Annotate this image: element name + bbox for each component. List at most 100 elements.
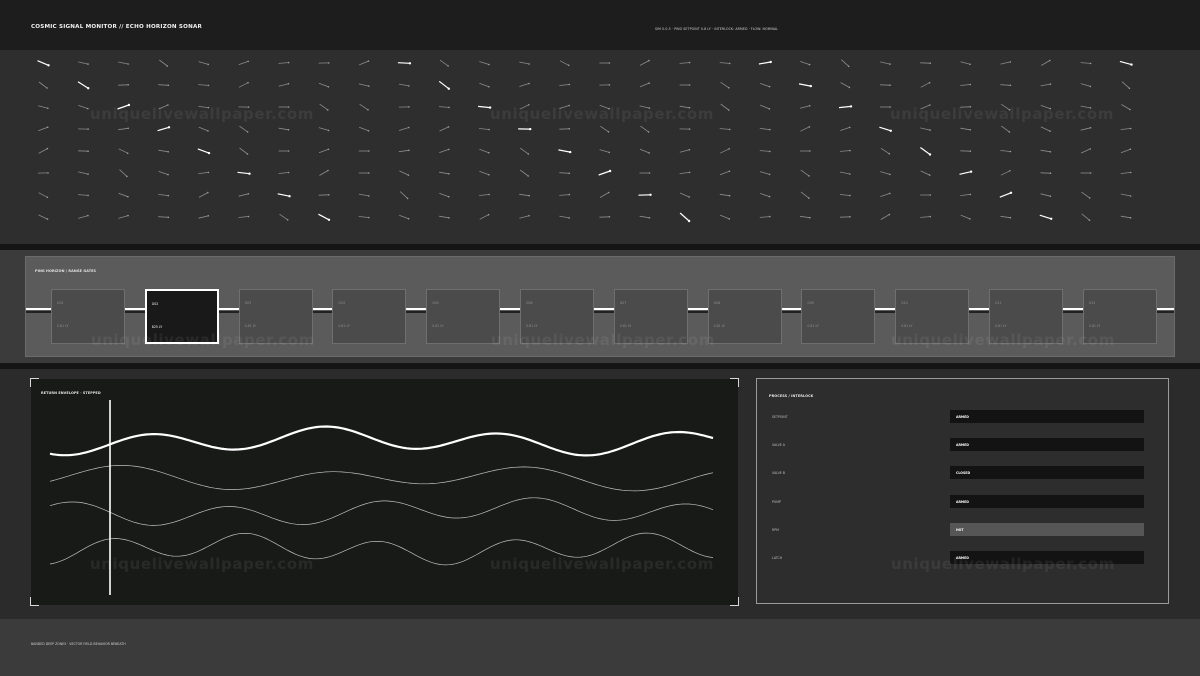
vector-arrow-head — [688, 148, 691, 151]
range-gate-card[interactable]: G08 0.81 LY — [707, 289, 782, 344]
vector-arrow-head — [608, 169, 612, 173]
vector-arrow-head — [728, 148, 730, 150]
vector-arrow-head — [648, 172, 651, 174]
vector-arrow — [479, 194, 490, 196]
gate-name: G11 — [995, 301, 1002, 305]
vector-arrow-head — [648, 82, 650, 84]
vector-arrow — [840, 171, 850, 175]
vector-arrow — [719, 214, 730, 220]
vector-arrow — [759, 216, 770, 218]
vector-arrow — [399, 214, 409, 220]
vector-arrow — [600, 125, 609, 133]
process-state-button[interactable]: ARMED — [950, 410, 1144, 423]
vector-arrow-head — [167, 194, 170, 197]
vector-arrow — [1039, 214, 1052, 220]
process-row-label: PUMP — [772, 499, 781, 504]
vector-arrow-head — [849, 105, 853, 108]
vector-arrow — [78, 215, 89, 219]
vector-arrow-head — [447, 87, 450, 90]
vector-arrow-head — [809, 150, 811, 152]
vector-arrow — [679, 62, 690, 64]
vector-arrow-head — [46, 87, 48, 89]
vector-arrow — [839, 194, 851, 196]
vector-arrow-head — [809, 84, 812, 88]
vector-arrow-head — [728, 218, 731, 220]
vector-arrow — [760, 104, 770, 110]
process-row: RPM HOT — [757, 522, 1168, 536]
vector-arrow-head — [768, 108, 771, 110]
footer-text: BANDED DEEP ZONES · VECTOR FIELD BEHAVIO… — [31, 642, 126, 646]
range-gate-card[interactable]: G09 0.81 LY — [801, 289, 876, 344]
vector-arrow-head — [808, 175, 810, 177]
vector-arrow — [118, 61, 129, 65]
vector-arrow — [398, 149, 409, 153]
vector-arrow-head — [1129, 195, 1132, 197]
vector-arrow — [679, 192, 690, 198]
vector-arrow-head — [488, 151, 490, 154]
vector-arrow-head — [568, 83, 571, 86]
gate-range-value: 0.81 LY — [995, 324, 1007, 328]
vector-arrow — [358, 193, 369, 197]
vector-arrow — [1120, 148, 1131, 154]
vector-arrow-head — [327, 194, 330, 196]
vector-arrow — [1120, 193, 1131, 197]
vector-arrow — [920, 216, 931, 218]
vector-arrow — [358, 216, 369, 218]
vector-arrow-head — [889, 84, 891, 86]
gate-range-value: 0.81 LY — [432, 324, 444, 328]
vector-arrow-head — [408, 149, 410, 152]
envelope-wave — [49, 425, 714, 457]
vector-arrow-head — [889, 63, 891, 65]
vector-arrow-head — [608, 151, 610, 154]
vector-arrow — [519, 215, 530, 219]
vector-arrow — [1000, 170, 1011, 176]
range-gate-card[interactable]: G05 0.81 LY — [426, 289, 501, 344]
vector-arrow-head — [527, 175, 529, 177]
vector-arrow-head — [608, 84, 611, 86]
vector-arrow — [38, 214, 48, 220]
watermark: uniquelivewallpaper.com — [890, 105, 1114, 123]
vector-arrow-head — [687, 219, 691, 223]
process-state-button[interactable]: ARMED — [950, 494, 1144, 508]
vector-arrow-head — [167, 216, 170, 219]
vector-arrow — [318, 82, 329, 88]
vector-arrow-head — [246, 131, 249, 133]
vector-arrow — [1040, 126, 1051, 132]
gate-name: G04 — [338, 301, 345, 305]
vector-arrow — [278, 172, 289, 174]
vector-arrow — [519, 61, 530, 65]
process-row: SETPOINT ARMED — [757, 410, 1168, 423]
vector-arrow-head — [46, 147, 49, 150]
vector-arrow — [841, 59, 849, 67]
vector-arrow — [198, 61, 209, 65]
vector-arrow-head — [1089, 85, 1092, 88]
vector-arrow — [158, 149, 169, 153]
vector-arrow — [278, 127, 289, 131]
vector-arrow — [359, 60, 369, 66]
vector-arrow — [158, 171, 169, 175]
vector-arrow — [920, 147, 931, 155]
vector-arrow — [277, 193, 290, 197]
vector-arrow-head — [849, 173, 851, 175]
vector-arrow — [238, 61, 249, 65]
vector-arrow-head — [367, 60, 370, 62]
process-state-button[interactable]: CLOSED — [950, 466, 1144, 480]
vector-arrow-head — [407, 126, 410, 129]
vector-arrow — [1040, 60, 1051, 66]
vector-arrow — [758, 61, 771, 65]
vector-arrow — [359, 103, 369, 111]
range-gate-card[interactable]: G04 0.81 LY — [332, 289, 407, 344]
vector-arrow — [799, 215, 810, 219]
vector-arrow-head — [528, 63, 530, 65]
vector-arrow — [479, 170, 489, 176]
vector-arrow — [479, 214, 489, 220]
vector-arrow-head — [488, 128, 490, 131]
vector-arrow — [720, 103, 729, 111]
vector-arrow — [759, 150, 770, 152]
process-state-button[interactable]: HOT — [950, 522, 1144, 536]
vector-arrow — [479, 128, 490, 130]
range-gate-panel: PING HORIZON / RANGE GATES G01 0.81 LY G02… — [25, 256, 1175, 357]
process-state-button[interactable]: ARMED — [950, 438, 1144, 452]
vector-arrow-head — [327, 109, 329, 111]
vector-arrow — [559, 84, 570, 86]
